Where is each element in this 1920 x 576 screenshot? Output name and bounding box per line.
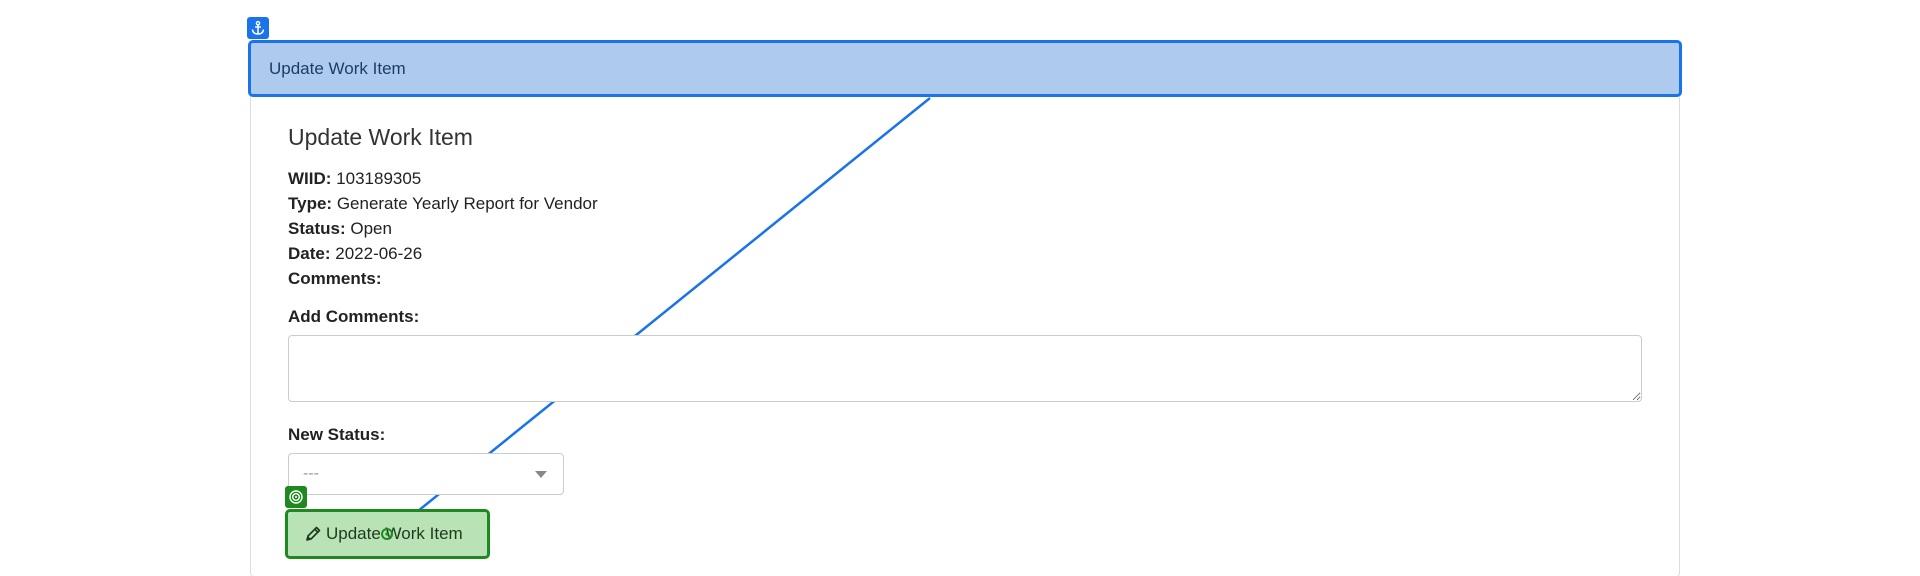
anchor-icon (247, 17, 269, 39)
page-title: Update Work Item (288, 124, 473, 150)
type-line: Type: Generate Yearly Report for Vendor (288, 194, 598, 214)
status-line: Status: Open (288, 219, 392, 239)
new-status-selected-value: --- (303, 465, 319, 482)
date-line: Date: 2022-06-26 (288, 244, 422, 264)
panel-heading-title: Update Work Item (269, 58, 406, 78)
status-value: Open (350, 219, 392, 238)
wiid-value: 103189305 (336, 169, 422, 188)
pencil-icon (306, 526, 321, 541)
type-label: Type: (288, 194, 333, 213)
date-label: Date: (288, 244, 331, 263)
click-target-marker-icon (381, 528, 393, 540)
wiid-line: WIID: 103189305 (288, 169, 421, 189)
type-value: Generate Yearly Report for Vendor (336, 194, 598, 213)
panel-heading: Update Work Item (248, 40, 1682, 97)
target-icon (285, 486, 307, 508)
add-comments-textarea[interactable] (288, 335, 1642, 402)
add-comments-label: Add Comments: (288, 307, 420, 326)
date-value: 2022-06-26 (335, 244, 423, 263)
comments-line: Comments: (288, 269, 382, 289)
update-work-item-button-label: Update Work Item (326, 524, 463, 543)
new-status-select[interactable]: --- (288, 453, 564, 495)
new-status-label: New Status: (288, 425, 386, 444)
page: Update Work Item Update Work Item WIID: … (0, 0, 1920, 576)
comments-label: Comments: (288, 269, 382, 288)
status-label: Status: (288, 219, 346, 238)
chevron-down-icon (535, 471, 547, 478)
wiid-label: WIID: (288, 169, 332, 188)
